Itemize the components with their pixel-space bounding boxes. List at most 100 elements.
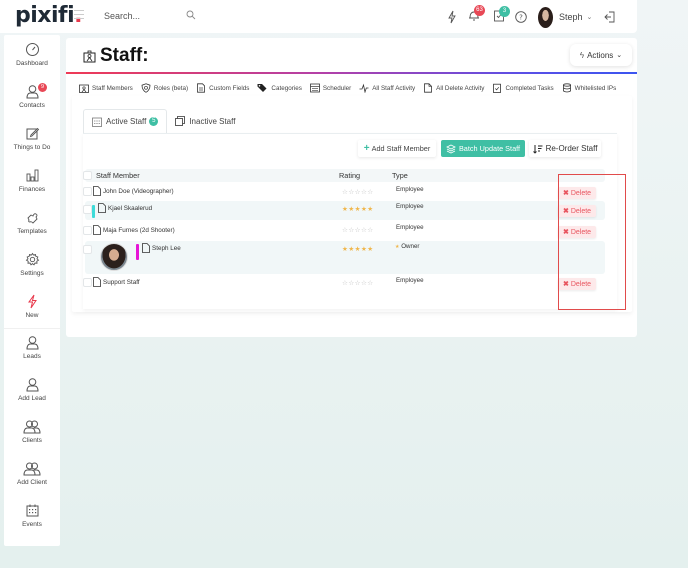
staff-name: Kjael Skaalerud [108, 204, 153, 212]
staff-color-indicator [136, 244, 139, 260]
help-icon[interactable]: ? [514, 10, 528, 24]
staff-name-link[interactable]: Kjael Skaalerud [98, 203, 152, 213]
sidebar-item-events[interactable]: Events [4, 503, 60, 528]
rating-stars[interactable]: ★★★★★ [342, 245, 374, 253]
file-icon [93, 225, 101, 235]
subnav-label: All Staff Activity [372, 84, 416, 92]
button-label: Add Staff Member [371, 144, 431, 153]
logout-icon[interactable] [603, 10, 617, 24]
rating-stars[interactable]: ☆☆☆☆☆ [342, 226, 374, 234]
tasks-badge: 3 [499, 6, 510, 17]
notifications-badge: 63 [474, 5, 485, 16]
delete-column-highlight [558, 174, 626, 310]
tab-active-staff[interactable]: Active Staff 5 [83, 109, 168, 133]
row-checkbox[interactable] [83, 187, 92, 196]
sidebar-item-finances[interactable]: Finances [4, 168, 60, 193]
sidebar-item-label: Leads [23, 353, 41, 360]
rating-stars[interactable]: ☆☆☆☆☆ [342, 279, 374, 287]
subnav-custom-fields[interactable]: Custom Fields [196, 83, 249, 93]
notifications-button[interactable]: 63 [467, 5, 485, 27]
sidebar-item-label: Settings [20, 270, 44, 277]
svg-text:?: ? [519, 14, 523, 22]
user-menu[interactable]: Steph ⌄ [538, 6, 592, 28]
table-row: John Doe (Videographer) ☆☆☆☆☆ Employee ✖… [83, 184, 605, 199]
hamburger-menu-icon[interactable] [74, 10, 84, 19]
window-icon [175, 116, 186, 126]
staff-name-link[interactable]: Steph Lee [142, 243, 181, 253]
lightning-icon[interactable] [445, 10, 459, 24]
shield-icon [141, 83, 151, 93]
table-row: Maja Furnes (2d Shooter) ☆☆☆☆☆ Employee … [83, 223, 605, 238]
sidebar-item-leads[interactable]: Leads [4, 335, 60, 360]
sidebar-item-label: Templates [17, 228, 47, 235]
staff-type: Employee [396, 203, 424, 210]
sidebar-item-templates[interactable]: Templates [4, 210, 60, 235]
row-checkbox[interactable] [83, 245, 92, 254]
file-icon [142, 243, 150, 253]
subnav-all-staff-activity[interactable]: All Staff Activity [359, 83, 415, 93]
subnav-completed-tasks[interactable]: Completed Tasks [492, 83, 554, 93]
subnav-label: Completed Tasks [505, 84, 554, 92]
sidebar-item-label: New [25, 312, 39, 319]
select-all-checkbox[interactable] [83, 171, 92, 180]
page-title: Staff: [100, 45, 149, 66]
subnav-categories[interactable]: Categories [257, 83, 302, 93]
tab-inactive-staff[interactable]: Inactive Staff [167, 109, 243, 133]
header-gradient-bar [66, 72, 637, 74]
people-icon [23, 420, 41, 434]
sidebar-item-things-to-do[interactable]: Things to Do [4, 126, 60, 151]
puzzle-icon [26, 213, 38, 224]
search-icon[interactable] [186, 10, 196, 20]
sidebar-item-clients[interactable]: Clients [4, 419, 60, 444]
database-icon [562, 83, 571, 93]
row-checkbox[interactable] [83, 226, 92, 235]
sidebar-item-settings[interactable]: Settings [4, 252, 60, 277]
add-staff-member-button[interactable]: + Add Staff Member [358, 140, 436, 157]
rating-stars[interactable]: ☆☆☆☆☆ [342, 188, 374, 196]
calendar-icon [92, 117, 102, 127]
subnav-all-delete-activity[interactable]: All Delete Activity [423, 83, 484, 93]
tasks-button[interactable]: 3 [492, 6, 510, 27]
staff-name-link[interactable]: Maja Furnes (2d Shooter) [93, 225, 175, 235]
sidebar-item-label: Add Lead [18, 395, 46, 402]
reorder-staff-button[interactable]: Re-Order Staff [529, 140, 601, 157]
sidebar-item-add-client[interactable]: Add Client [4, 461, 60, 486]
calendar-icon [26, 504, 38, 517]
people-icon [23, 462, 41, 476]
sidebar-item-contacts[interactable]: 9 Contacts [4, 83, 60, 109]
subnav-whitelisted-ips[interactable]: Whitelisted IPs [562, 83, 616, 93]
subnav-label: Staff Members [92, 84, 133, 92]
subnav-label: Scheduler [322, 84, 352, 92]
calendar-grid-icon [309, 83, 320, 93]
batch-update-staff-button[interactable]: Batch Update Staff [441, 140, 525, 157]
column-header-rating: Rating [339, 171, 361, 180]
sidebar-item-label: Clients [22, 437, 42, 444]
staff-name: Support Staff [103, 278, 140, 286]
rating-stars[interactable]: ★★★★★ [342, 205, 374, 213]
staff-badge-icon [79, 84, 89, 93]
owner-star-icon: ★ [395, 244, 400, 250]
staff-name-link[interactable]: Support Staff [93, 277, 140, 287]
pixifi-logo[interactable]: pixifi. [15, 3, 82, 28]
tab-label: Inactive Staff [189, 116, 236, 126]
logo-text: pixifi [15, 3, 75, 28]
dashboard-gauge-icon [25, 43, 39, 56]
actions-button[interactable]: ϟ Actions ⌄ [570, 44, 632, 66]
file-icon [93, 186, 101, 196]
search-input[interactable] [104, 8, 184, 24]
row-checkbox[interactable] [83, 278, 92, 287]
sidebar-item-dashboard[interactable]: Dashboard [4, 42, 60, 67]
subnav-scheduler[interactable]: Scheduler [309, 83, 352, 93]
subnav-staff-members[interactable]: Staff Members [79, 83, 133, 93]
staff-type-label: Owner [401, 243, 420, 250]
sidebar-item-add-lead[interactable]: Add Lead [4, 377, 60, 402]
staff-name: Maja Furnes (2d Shooter) [103, 226, 175, 234]
staff-name-link[interactable]: John Doe (Videographer) [93, 186, 174, 196]
sidebar-item-new[interactable]: New [4, 294, 60, 319]
file-icon [424, 83, 433, 93]
subnav-label: All Delete Activity [436, 84, 485, 92]
sort-icon [532, 144, 543, 154]
sidebar-item-label: Add Client [17, 479, 47, 486]
subnav-roles[interactable]: Roles (beta) [141, 83, 188, 93]
row-checkbox[interactable] [83, 205, 92, 214]
